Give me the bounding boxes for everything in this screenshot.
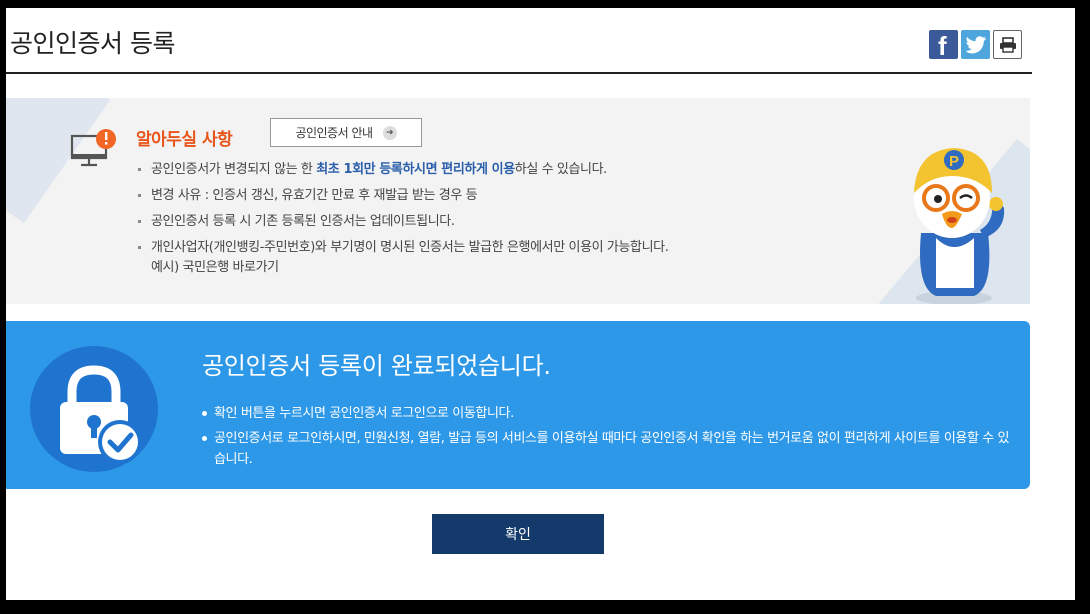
share-toolbar: f <box>929 30 1022 59</box>
complete-info-item: 확인 버튼을 누르시면 공인인증서 로그인으로 이동합니다. <box>202 403 1012 424</box>
guide-button-label: 공인인증서 안내 <box>295 126 373 140</box>
complete-title: 공인인증서 등록이 완료되었습니다. <box>202 352 551 380</box>
confirm-button[interactable]: 확인 <box>432 514 604 554</box>
complete-info-list: 확인 버튼을 누르시면 공인인증서 로그인으로 이동합니다. 공인인증서로 로그… <box>202 403 1012 474</box>
page-header: 공인인증서 등록 f <box>6 8 1032 74</box>
print-icon[interactable] <box>993 30 1022 59</box>
notice-item: 공인인증서가 변경되지 않는 한 최초 1회만 등록하시면 편리하게 이용하실 … <box>138 160 668 180</box>
highlight-text: 최초 1회만 등록하시면 편리하게 이용 <box>316 162 515 177</box>
notice-list: 공인인증서가 변경되지 않는 한 최초 1회만 등록하시면 편리하게 이용하실 … <box>138 160 669 284</box>
notice-item: 변경 사유 : 인증서 갱신, 유효기간 만료 후 재발급 받는 경우 등 <box>138 186 668 206</box>
notice-item: 공인인증서 등록 시 기존 등록된 인증서는 업데이트됩니다. <box>138 212 668 232</box>
notice-title: 알아두실 사항 <box>136 130 233 150</box>
dialog-window: 공인인증서 등록 f 알아두실 사항 공인인증서 안내 ➜ 공인인증서가 변경되… <box>6 8 1075 600</box>
screenshot-frame: 공인인증서 등록 f 알아두실 사항 공인인증서 안내 ➜ 공인인증서가 변경되… <box>0 0 1090 614</box>
monitor-alert-icon <box>70 128 120 176</box>
certificate-guide-button[interactable]: 공인인증서 안내 ➜ <box>270 118 422 147</box>
notice-item: 개인사업자(개인뱅킹-주민번호)와 부기명이 명시된 인증서는 발급한 은행에서… <box>138 238 669 278</box>
example-link[interactable]: 예시) 국민은행 바로가기 <box>151 258 668 278</box>
svg-text:P: P <box>949 153 959 170</box>
page-title: 공인인증서 등록 <box>10 29 175 58</box>
arrow-right-icon: ➜ <box>382 125 397 140</box>
registration-complete-panel: 공인인증서 등록이 완료되었습니다. 확인 버튼을 누르시면 공인인증서 로그인… <box>6 321 1030 489</box>
facebook-icon[interactable]: f <box>929 30 958 59</box>
complete-info-item: 공인인증서로 로그인하시면, 민원신청, 열람, 발급 등의 서비스를 이용하실… <box>202 428 1012 470</box>
notice-box: 알아두실 사항 공인인증서 안내 ➜ 공인인증서가 변경되지 않는 한 최초 1… <box>6 98 1030 304</box>
penguin-mascot-illustration: P <box>896 138 1016 304</box>
lock-check-icon <box>30 346 158 472</box>
twitter-icon[interactable] <box>961 30 990 59</box>
svg-text:f: f <box>938 31 947 59</box>
